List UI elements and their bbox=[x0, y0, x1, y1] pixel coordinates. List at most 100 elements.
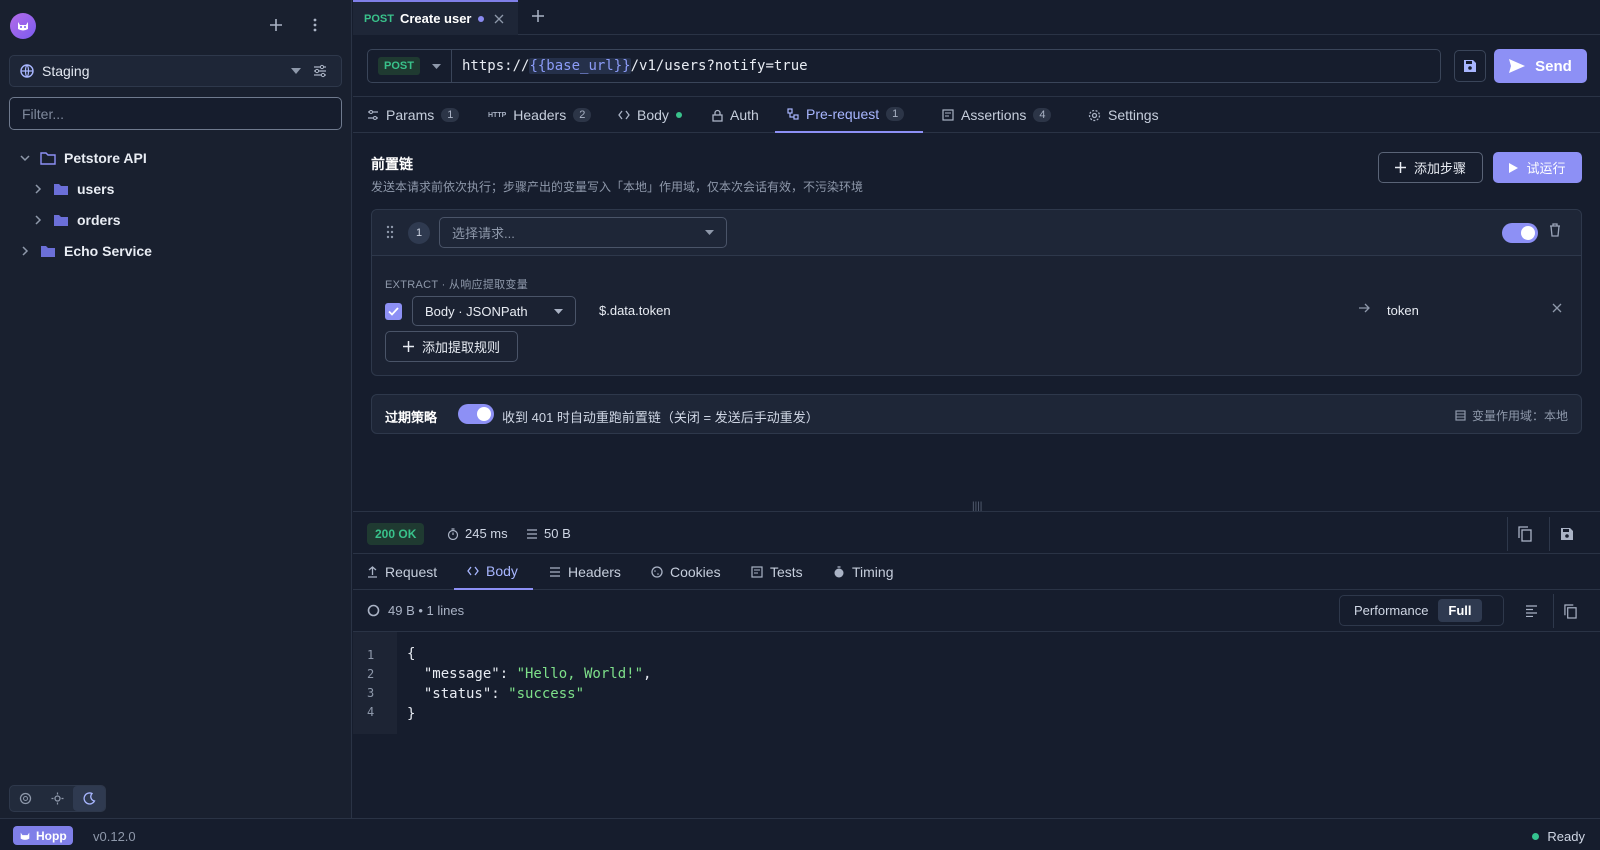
rule-checkbox[interactable] bbox=[385, 303, 402, 320]
expiry-toggle[interactable] bbox=[458, 404, 494, 424]
view-mode-full[interactable]: Full bbox=[1438, 599, 1482, 622]
close-tab-icon[interactable] bbox=[494, 14, 504, 24]
method-selector[interactable]: POST bbox=[368, 50, 452, 82]
response-body-code[interactable]: 1 2 3 4 { "message": "Hello, World!", "s… bbox=[353, 632, 1600, 818]
tab-cookies[interactable]: Cookies bbox=[651, 554, 721, 590]
dry-run-button[interactable]: 试运行 bbox=[1493, 152, 1582, 183]
response-time: 245 ms bbox=[447, 526, 508, 541]
code-icon bbox=[467, 566, 479, 576]
tab-headers[interactable]: HTTP Headers 2 bbox=[488, 97, 592, 133]
tab-response-body[interactable]: Body bbox=[454, 554, 533, 590]
tab-pre-request[interactable]: Pre-request 1 bbox=[775, 97, 923, 133]
chevron-down-icon bbox=[18, 151, 32, 165]
expiry-policy: 过期策略 收到 401 时自动重跑前置链（关闭 = 发送后手动重发） 变量作用域… bbox=[371, 394, 1582, 434]
send-label: Send bbox=[1535, 57, 1572, 75]
environment-settings-icon[interactable] bbox=[313, 64, 327, 78]
remove-rule-icon[interactable] bbox=[1552, 303, 1562, 313]
version-label: v0.12.0 bbox=[93, 829, 136, 844]
view-mode-toggle: Performance Full bbox=[1339, 595, 1504, 626]
save-icon bbox=[1464, 60, 1476, 72]
add-step-button[interactable]: 添加步骤 bbox=[1378, 152, 1483, 183]
system-theme-icon[interactable] bbox=[10, 786, 42, 811]
tree-item-echo-service[interactable]: Echo Service bbox=[18, 239, 152, 263]
tab-response-headers[interactable]: Headers bbox=[549, 554, 621, 590]
tree-item-users[interactable]: users bbox=[31, 177, 114, 201]
plus-icon bbox=[1394, 162, 1406, 173]
save-request-button[interactable] bbox=[1454, 50, 1486, 82]
tab-assertions[interactable]: Assertions 4 bbox=[942, 97, 1052, 133]
tab-timing[interactable]: Timing bbox=[833, 554, 894, 590]
tree-item-label: Petstore API bbox=[64, 150, 147, 166]
http-icon: HTTP bbox=[488, 111, 507, 119]
filter-input[interactable] bbox=[9, 97, 342, 130]
url-input-group: POST https://{{base_url}}/v1/users?notif… bbox=[367, 49, 1441, 83]
select-request-placeholder: 选择请求... bbox=[452, 226, 515, 241]
tab-request[interactable]: Request bbox=[367, 554, 437, 590]
new-collection-plus-icon[interactable] bbox=[268, 17, 284, 33]
copy-response-icon[interactable] bbox=[1507, 517, 1541, 551]
trash-icon[interactable] bbox=[1549, 223, 1561, 237]
dark-theme-icon[interactable] bbox=[73, 786, 106, 811]
url-variable: {{base_url}} bbox=[529, 58, 631, 74]
brand-badge[interactable]: Hopp bbox=[13, 826, 73, 845]
lock-icon bbox=[712, 109, 723, 122]
url-input[interactable]: https://{{base_url}}/v1/users?notify=tru… bbox=[452, 58, 808, 74]
response-meta-bar: 200 OK 245 ms 50 B bbox=[353, 511, 1600, 554]
folder-icon bbox=[53, 182, 69, 196]
folder-open-icon bbox=[40, 151, 56, 165]
tab-settings[interactable]: Settings bbox=[1088, 97, 1159, 133]
extract-variable-input[interactable]: token bbox=[1387, 303, 1419, 318]
tab-auth[interactable]: Auth bbox=[712, 97, 759, 133]
tab-body[interactable]: Body bbox=[618, 97, 682, 133]
code-line: { bbox=[407, 646, 416, 662]
copy-body-icon[interactable] bbox=[1553, 594, 1587, 628]
extract-source-select[interactable]: Body · JSONPath bbox=[412, 296, 576, 326]
extract-path-input[interactable]: $.data.token bbox=[599, 303, 671, 318]
line-gutter bbox=[353, 632, 397, 734]
add-rule-button[interactable]: 添加提取规则 bbox=[385, 331, 518, 362]
tree-item-petstore-api[interactable]: Petstore API bbox=[18, 146, 147, 170]
step-enabled-toggle[interactable] bbox=[1502, 223, 1538, 243]
request-tab-bar: POST Create user bbox=[353, 0, 1600, 35]
app-logo-icon[interactable] bbox=[10, 13, 36, 39]
checklist-icon bbox=[942, 109, 954, 121]
plus-icon bbox=[402, 341, 414, 352]
database-icon bbox=[1455, 410, 1466, 421]
chevron-down-icon bbox=[554, 308, 563, 314]
send-button[interactable]: Send bbox=[1494, 49, 1587, 83]
drag-handle-icon[interactable] bbox=[385, 225, 395, 239]
folder-icon bbox=[53, 213, 69, 227]
new-tab-plus-icon[interactable] bbox=[531, 9, 545, 23]
select-request-dropdown[interactable]: 选择请求... bbox=[439, 217, 727, 248]
body-set-dot bbox=[675, 112, 682, 118]
view-mode-performance[interactable]: Performance bbox=[1344, 599, 1438, 622]
light-theme-icon[interactable] bbox=[42, 786, 74, 811]
flow-icon bbox=[787, 108, 799, 120]
code-line: "status": "success" bbox=[407, 686, 585, 702]
expiry-title: 过期策略 bbox=[385, 410, 438, 425]
more-vertical-icon[interactable] bbox=[312, 17, 318, 33]
tab-tests[interactable]: Tests bbox=[751, 554, 803, 590]
tab-create-user[interactable]: POST Create user bbox=[353, 0, 518, 35]
line-number: 1 bbox=[367, 648, 375, 662]
save-response-icon[interactable] bbox=[1549, 517, 1583, 551]
check-icon bbox=[388, 307, 399, 316]
sliders-icon bbox=[368, 110, 378, 120]
line-number: 2 bbox=[367, 667, 375, 681]
status-bar: Hopp v0.12.0 Ready bbox=[0, 818, 1600, 850]
cookie-icon bbox=[651, 566, 663, 578]
status-badge: 200 OK bbox=[367, 523, 425, 545]
response-size: 50 B bbox=[526, 526, 571, 541]
expiry-description: 收到 401 时自动重跑前置链（关闭 = 发送后手动重发） bbox=[502, 410, 819, 425]
prerequest-subtitle: 发送本请求前依次执行；步骤产出的变量写入「本地」作用域，仅本次会话有效，不污染环… bbox=[371, 180, 864, 194]
app-logo-icon bbox=[20, 832, 30, 840]
response-body-toolbar: 49 B • 1 lines Performance Full bbox=[353, 590, 1600, 632]
format-align-icon[interactable] bbox=[1514, 594, 1548, 628]
chevron-right-icon bbox=[31, 213, 45, 227]
tree-item-orders[interactable]: orders bbox=[31, 208, 121, 232]
tab-params[interactable]: Params 1 bbox=[367, 97, 460, 133]
environment-selector[interactable]: Staging bbox=[9, 55, 342, 87]
tree-item-label: orders bbox=[77, 212, 121, 228]
arrow-right-icon bbox=[1359, 303, 1371, 313]
line-number: 3 bbox=[367, 686, 375, 700]
